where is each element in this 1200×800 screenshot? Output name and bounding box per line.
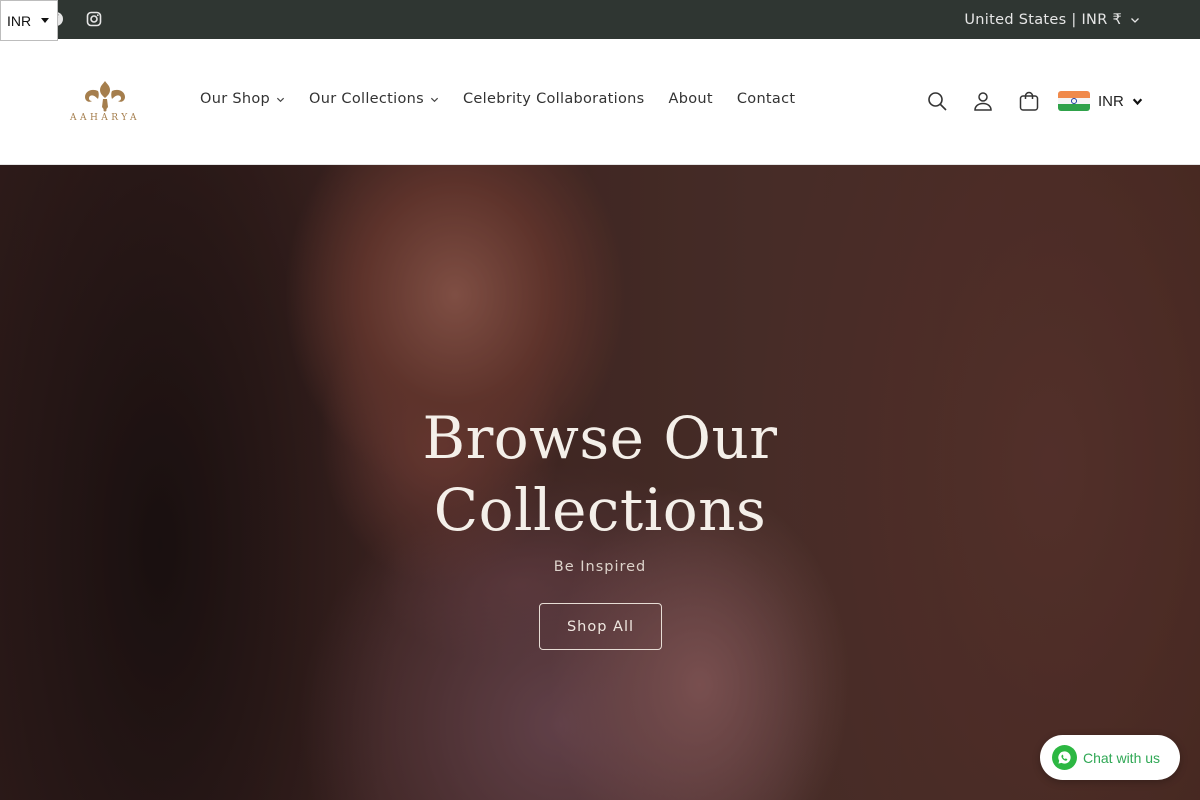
hero-subtitle: Be Inspired bbox=[553, 559, 647, 575]
whatsapp-icon bbox=[1052, 745, 1077, 770]
chat-label: Chat with us bbox=[1083, 749, 1161, 766]
instagram-icon[interactable] bbox=[84, 9, 104, 29]
chevron-down-icon bbox=[430, 97, 439, 102]
caret-down-icon bbox=[41, 18, 49, 23]
logo-emblem-icon bbox=[85, 81, 125, 112]
search-icon[interactable] bbox=[925, 89, 949, 113]
hero-title-line1: Browse Our bbox=[422, 404, 778, 472]
country-selector[interactable]: United States | INR ₹ bbox=[964, 0, 1140, 39]
country-selector-label: United States | INR ₹ bbox=[964, 11, 1122, 28]
site-header: AAHARYA Our Shop Our Collections Celebri… bbox=[0, 39, 1200, 165]
nav-item-label: Contact bbox=[736, 91, 796, 107]
chevron-down-icon bbox=[1132, 98, 1143, 105]
currency-select-value: INR bbox=[7, 12, 32, 29]
hero-title: Browse Our Collections bbox=[0, 402, 1200, 546]
nav-item-label: Celebrity Collaborations bbox=[463, 91, 645, 107]
chevron-down-icon bbox=[276, 97, 285, 102]
nav-item-celebrity-collaborations[interactable]: Celebrity Collaborations bbox=[463, 91, 644, 107]
hero-banner: Browse Our Collections Be Inspired Shop … bbox=[0, 165, 1200, 800]
header-actions bbox=[925, 89, 1041, 113]
announcement-bar: United States | INR ₹ bbox=[0, 0, 1200, 39]
account-icon[interactable] bbox=[971, 89, 995, 113]
nav-item-contact[interactable]: Contact bbox=[737, 91, 796, 107]
nav-item-label: About bbox=[668, 91, 713, 107]
chevron-down-icon bbox=[1131, 17, 1139, 23]
currency-select[interactable]: INR bbox=[0, 0, 58, 41]
hero-title-line2: Collections bbox=[433, 476, 767, 544]
currency-label: INR bbox=[1098, 92, 1124, 110]
shop-all-button[interactable]: Shop All bbox=[539, 603, 662, 650]
nav-item-our-collections[interactable]: Our Collections bbox=[309, 91, 439, 107]
cart-icon[interactable] bbox=[1017, 89, 1041, 113]
currency-switcher[interactable]: INR bbox=[1058, 91, 1143, 111]
nav-item-label: Our Shop bbox=[200, 91, 271, 107]
logo-text: AAHARYA bbox=[69, 113, 141, 123]
whatsapp-chat-button[interactable]: Chat with us bbox=[1040, 735, 1180, 780]
brand-logo[interactable]: AAHARYA bbox=[62, 79, 148, 127]
main-nav: Our Shop Our Collections Celebrity Colla… bbox=[200, 91, 795, 107]
nav-item-about[interactable]: About bbox=[668, 91, 712, 107]
nav-item-label: Our Collections bbox=[309, 91, 424, 107]
india-flag-icon bbox=[1058, 91, 1090, 111]
nav-item-our-shop[interactable]: Our Shop bbox=[200, 91, 285, 107]
